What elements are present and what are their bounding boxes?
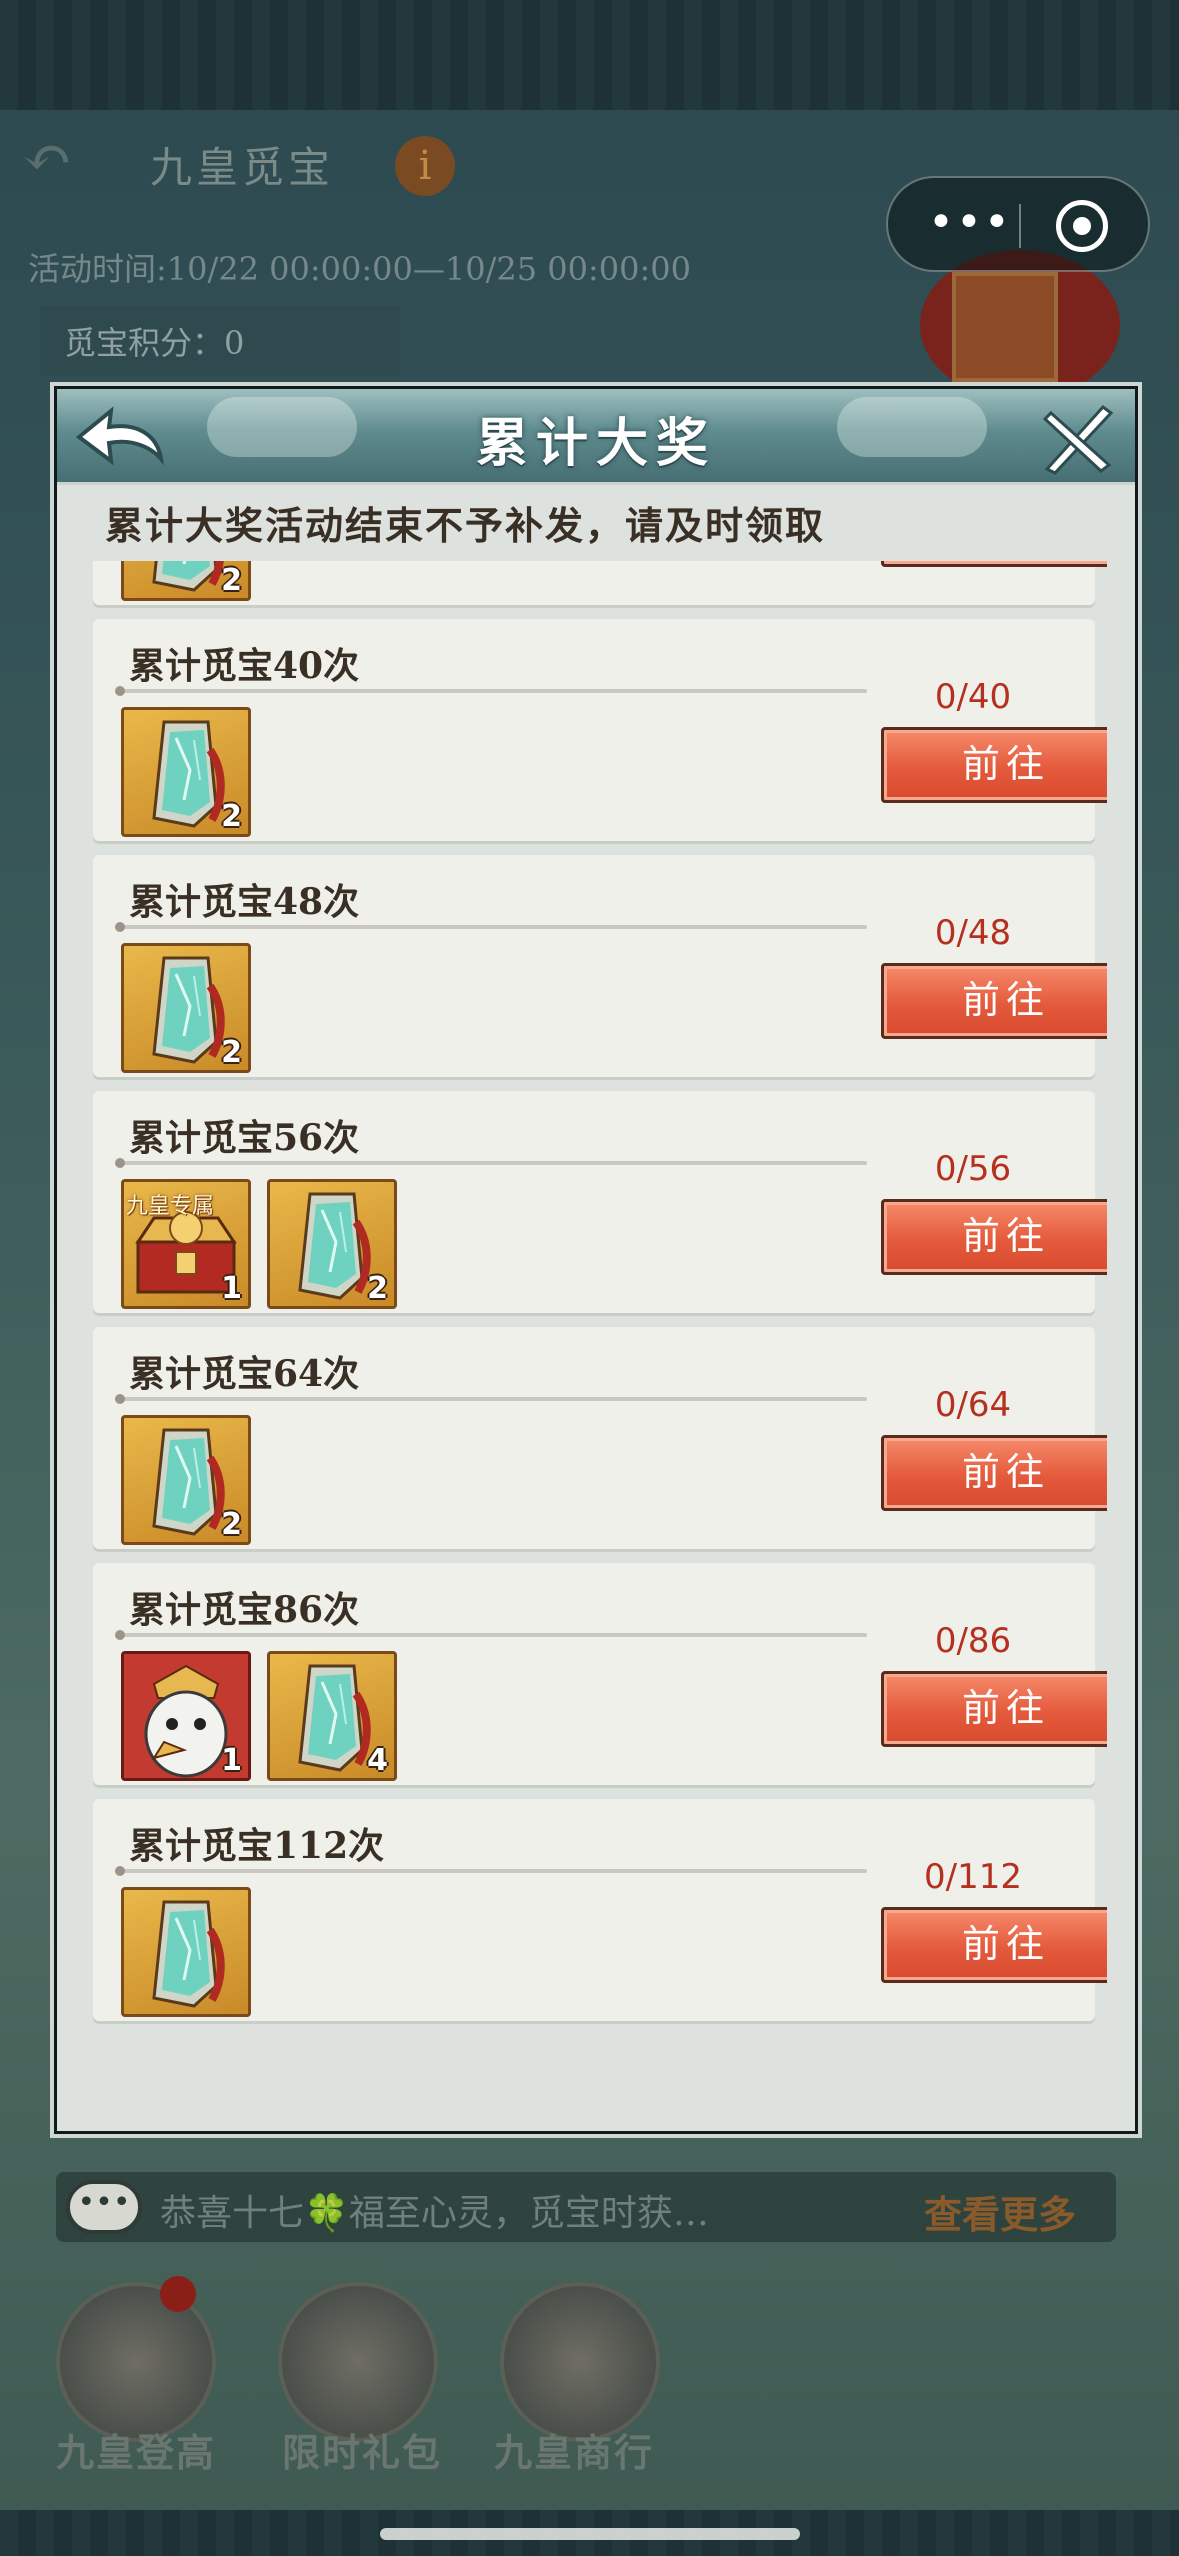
reward-title: 累计觅宝112次: [129, 1825, 385, 1867]
reward-count: 4: [367, 1743, 388, 1778]
reward-card: 累计觅宝112次 0/112 前往: [93, 1799, 1107, 2021]
progress-bar: [115, 922, 867, 932]
progress-start-dot: [115, 1866, 125, 1876]
mini-program-capsule: •••: [886, 176, 1150, 272]
modal-header: 累计大奖: [57, 389, 1135, 485]
go-button[interactable]: 前往: [881, 727, 1107, 803]
progress-start-dot: [115, 1158, 125, 1168]
home-indicator: [380, 2528, 800, 2540]
cumulative-rewards-modal: 累计大奖 累计大奖活动结束不予补发，请及时领取 0/332前往累计觅宝40次0/…: [54, 386, 1138, 2134]
treasure-chest-icon[interactable]: 九皇专属 1: [121, 1179, 251, 1309]
reward-card: 累计觅宝40次 0/40 2 前往: [93, 619, 1107, 841]
progress-count: 0/86: [934, 1621, 1012, 1661]
progress-count: 0/112: [924, 1857, 1022, 1897]
more-icon[interactable]: •••: [928, 198, 1010, 254]
reward-list[interactable]: 0/332前往累计觅宝40次0/402前往累计觅宝48次0/482前往累计觅宝5…: [87, 561, 1107, 2073]
score-panel: 觅宝积分：0: [40, 306, 400, 376]
go-button[interactable]: 前往: [881, 963, 1107, 1039]
jade-shard-icon[interactable]: 2: [121, 707, 251, 837]
reward-card: 累计觅宝64次 0/64 2 前往: [93, 1327, 1107, 1549]
progress-count: 0/56: [934, 1149, 1012, 1189]
nav-gift-pack-icon[interactable]: [278, 2282, 438, 2442]
close-icon[interactable]: [1037, 399, 1119, 475]
chat-bubble-icon: •••: [66, 2180, 142, 2234]
nav-shop-icon[interactable]: [500, 2282, 660, 2442]
news-ticker: ••• 恭喜十七🍀福至心灵，觅宝时获… 查看更多: [56, 2172, 1116, 2242]
progress-bar: [115, 1394, 867, 1404]
notice-text: 累计大奖活动结束不予补发，请及时领取: [105, 503, 826, 548]
jade-shard-icon[interactable]: 2: [121, 561, 251, 601]
close-miniprogram-icon[interactable]: [1056, 200, 1108, 252]
nav-label-climb: 九皇登高: [56, 2430, 217, 2475]
reward-card: 累计觅宝48次 0/48 2 前往: [93, 855, 1107, 1077]
modal-title: 累计大奖: [475, 413, 716, 474]
jade-shard-icon[interactable]: 2: [267, 1179, 397, 1309]
reward-title: 累计觅宝64次: [129, 1353, 360, 1395]
progress-bar: [115, 1866, 867, 1876]
notification-dot: [160, 2276, 196, 2312]
reward-title: 累计觅宝56次: [129, 1117, 360, 1159]
score-text: 觅宝积分：0: [64, 324, 245, 362]
reward-title: 累计觅宝40次: [129, 645, 360, 687]
info-icon[interactable]: i: [395, 136, 455, 196]
reward-count: 2: [221, 799, 242, 834]
progress-count: 0/48: [934, 913, 1012, 953]
page-title: 九皇觅宝: [150, 143, 335, 192]
nav-climb-icon[interactable]: [56, 2282, 216, 2442]
reward-title: 累计觅宝86次: [129, 1589, 360, 1631]
reward-title: 累计觅宝48次: [129, 881, 360, 923]
progress-bar: [115, 686, 867, 696]
go-button[interactable]: 前往: [881, 1435, 1107, 1511]
reward-count: 1: [221, 1271, 242, 1306]
go-button[interactable]: 前往: [881, 561, 1107, 567]
progress-start-dot: [115, 1630, 125, 1640]
reward-count: 2: [221, 1507, 242, 1542]
red-seal-icon[interactable]: [920, 250, 1120, 400]
top-pattern-strip: [0, 0, 1179, 110]
view-more-link[interactable]: 查看更多: [924, 2184, 1076, 2239]
progress-bar: [115, 1630, 867, 1640]
reward-count: 2: [367, 1271, 388, 1306]
progress-count: 0/40: [934, 677, 1012, 717]
reward-count: 2: [221, 563, 242, 598]
back-arrow-icon[interactable]: ↶: [22, 128, 112, 188]
jade-shard-icon[interactable]: 2: [121, 1415, 251, 1545]
reward-card: 0/332前往: [93, 561, 1107, 605]
jade-shard-icon[interactable]: [121, 1887, 251, 2017]
exclusive-tag: 九皇专属: [126, 1194, 215, 1219]
jade-shard-icon[interactable]: 4: [267, 1651, 397, 1781]
activity-time: 活动时间:10/22 00:00:00—10/25 00:00:00: [28, 250, 692, 288]
progress-start-dot: [115, 1394, 125, 1404]
reward-count: 1: [221, 1743, 242, 1778]
reward-card: 累计觅宝86次 0/86 1 4 前往: [93, 1563, 1107, 1785]
bird-avatar-icon[interactable]: 1: [121, 1651, 251, 1781]
go-button[interactable]: 前往: [881, 1199, 1107, 1275]
go-button[interactable]: 前往: [881, 1907, 1107, 1983]
nav-label-shop: 九皇商行: [494, 2430, 655, 2475]
jade-shard-icon[interactable]: 2: [121, 943, 251, 1073]
progress-bar: [115, 1158, 867, 1168]
progress-start-dot: [115, 686, 125, 696]
nav-label-gift: 限时礼包: [282, 2430, 443, 2475]
go-button[interactable]: 前往: [881, 1671, 1107, 1747]
progress-count: 0/64: [934, 1385, 1012, 1425]
reward-card: 累计觅宝56次 0/56 九皇专属 1 2 前往: [93, 1091, 1107, 1313]
reward-count: 2: [221, 1035, 242, 1070]
progress-start-dot: [115, 922, 125, 932]
ticker-text: 恭喜十七🍀福至心灵，觅宝时获…: [160, 2193, 709, 2234]
capsule-divider: [1019, 204, 1021, 248]
